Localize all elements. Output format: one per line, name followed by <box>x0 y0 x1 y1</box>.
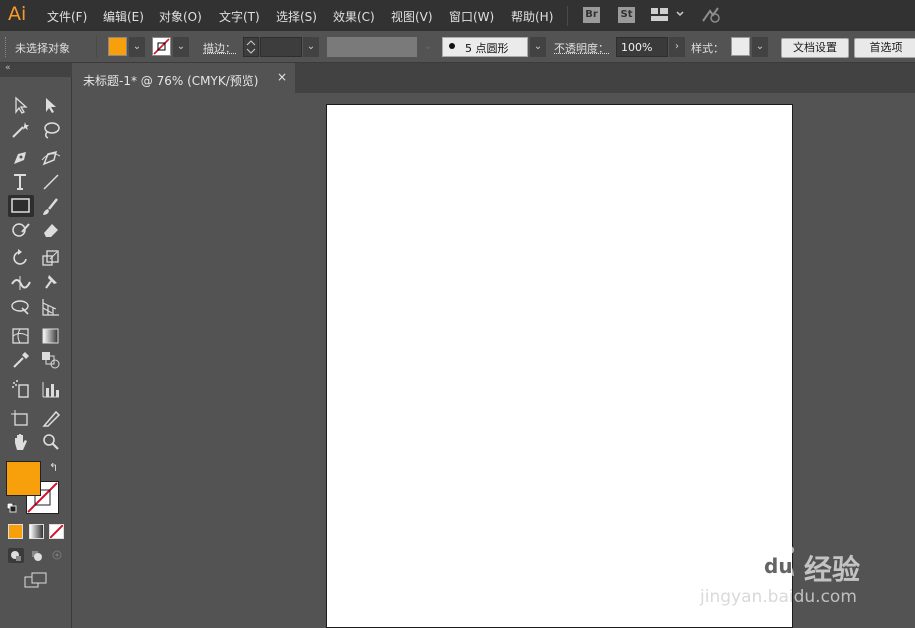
curvature-tool-icon[interactable] <box>40 148 62 168</box>
selection-tool-icon[interactable] <box>10 95 32 115</box>
stroke-weight-dropdown[interactable]: ⌄ <box>303 37 319 57</box>
opacity-flyout[interactable]: › <box>669 37 685 57</box>
control-bar: 未选择对象 ⌄ ⌄ 描边： ⌄ ⌄ 5 点圆形 ⌄ 不透明度： 100% › 样… <box>0 31 915 63</box>
fill-dropdown[interactable]: ⌄ <box>129 37 145 57</box>
watermark-product: 经验 <box>804 553 861 586</box>
type-tool-icon[interactable] <box>10 172 32 192</box>
rotate-tool-icon[interactable] <box>10 248 32 268</box>
free-transform-tool-icon[interactable] <box>10 297 32 317</box>
eyedropper-tool-icon[interactable] <box>10 350 32 370</box>
direct-selection-tool-icon[interactable] <box>40 95 62 115</box>
perspective-grid-tool-icon[interactable] <box>40 297 62 317</box>
menu-help[interactable]: 帮助(H) <box>511 8 553 25</box>
menu-window[interactable]: 窗口(W) <box>449 8 494 25</box>
stroke-dropdown[interactable]: ⌄ <box>173 37 189 57</box>
zoom-tool-icon[interactable] <box>40 432 62 452</box>
stroke-weight-input[interactable] <box>260 37 302 57</box>
document-tab-bar: 未标题-1* @ 76% (CMYK/预览) × <box>73 63 915 93</box>
document-setup-button[interactable]: 文档设置 <box>781 38 849 58</box>
screen-mode-icon[interactable] <box>24 572 48 591</box>
shaper-tool-icon[interactable] <box>10 220 32 240</box>
preferences-button[interactable]: 首选项 <box>854 38 915 58</box>
tools-panel-header[interactable]: « <box>0 63 72 77</box>
draw-inside-icon[interactable] <box>49 548 65 563</box>
column-graph-tool-icon[interactable] <box>40 379 62 399</box>
draw-behind-icon[interactable] <box>29 548 45 563</box>
app-logo: Ai <box>8 3 27 25</box>
artboard-tool-icon[interactable] <box>10 408 32 428</box>
slice-tool-icon[interactable] <box>40 408 62 428</box>
close-tab-icon[interactable]: × <box>277 70 287 84</box>
gradient-mode-button[interactable] <box>29 524 44 539</box>
eraser-tool-icon[interactable] <box>40 220 62 240</box>
variable-width-profile[interactable] <box>327 37 417 57</box>
brush-label: 5 点圆形 <box>465 42 509 55</box>
none-mode-button[interactable] <box>49 524 64 539</box>
rectangle-tool-icon[interactable] <box>8 195 34 217</box>
brush-definition[interactable]: 5 点圆形 <box>442 37 528 57</box>
stroke-label[interactable]: 描边： <box>203 40 236 56</box>
scale-tool-icon[interactable] <box>40 248 62 268</box>
pen-tool-icon[interactable] <box>10 148 32 168</box>
default-colors-icon[interactable] <box>6 502 17 516</box>
line-segment-tool-icon[interactable] <box>40 172 62 192</box>
color-mode-button[interactable] <box>8 524 23 539</box>
menu-file[interactable]: 文件(F) <box>47 8 87 25</box>
graphic-style-swatch[interactable] <box>731 37 750 56</box>
width-tool-icon[interactable] <box>10 272 32 292</box>
menu-object[interactable]: 对象(O) <box>159 8 202 25</box>
swap-fill-stroke-icon[interactable]: ↰ <box>49 461 58 474</box>
workspace-switcher-icon[interactable] <box>651 8 685 25</box>
watermark-brand: Bai <box>700 546 757 584</box>
menu-type[interactable]: 文字(T) <box>219 8 260 25</box>
menu-bar: Ai 文件(F) 编辑(E) 对象(O) 文字(T) 选择(S) 效果(C) 视… <box>0 0 915 31</box>
lasso-tool-icon[interactable] <box>40 120 62 140</box>
fill-swatch[interactable] <box>108 37 127 56</box>
fill-color-box[interactable] <box>6 461 41 496</box>
gradient-tool-icon[interactable] <box>40 326 62 346</box>
brush-dot-icon <box>449 43 455 49</box>
opacity-input[interactable]: 100% <box>616 37 668 57</box>
magic-wand-tool-icon[interactable] <box>10 120 32 140</box>
watermark-brand-du: du <box>764 554 793 578</box>
style-label: 样式： <box>691 42 724 55</box>
profile-dropdown[interactable]: ⌄ <box>420 37 436 57</box>
symbol-sprayer-tool-icon[interactable] <box>10 379 32 399</box>
mesh-tool-icon[interactable] <box>10 326 32 346</box>
style-dropdown[interactable]: ⌄ <box>752 37 768 57</box>
draw-normal-icon[interactable] <box>8 548 24 563</box>
hand-tool-icon[interactable] <box>10 432 32 452</box>
stroke-swatch[interactable] <box>152 37 171 56</box>
menu-view[interactable]: 视图(V) <box>391 8 433 25</box>
grip-handle[interactable] <box>5 37 9 57</box>
gpu-performance-icon[interactable] <box>700 6 722 27</box>
stroke-weight-stepper[interactable] <box>243 37 259 57</box>
opacity-value: 100% <box>621 41 653 54</box>
menu-select[interactable]: 选择(S) <box>276 8 317 25</box>
menu-effect[interactable]: 效果(C) <box>333 8 375 25</box>
document-tab[interactable]: 未标题-1* @ 76% (CMYK/预览) × <box>73 63 295 93</box>
puppet-warp-tool-icon[interactable] <box>40 272 62 292</box>
menu-edit[interactable]: 编辑(E) <box>103 8 144 25</box>
control-divider <box>96 36 97 58</box>
bridge-button[interactable]: Br <box>583 7 600 23</box>
brush-dropdown[interactable]: ⌄ <box>530 37 546 57</box>
stock-button[interactable]: St <box>618 7 635 23</box>
selection-status: 未选择对象 <box>15 42 70 55</box>
document-tab-title: 未标题-1* @ 76% (CMYK/预览) <box>83 74 259 88</box>
watermark-url: jingyan.baidu.com <box>700 587 857 607</box>
menu-divider <box>567 6 568 26</box>
paintbrush-tool-icon[interactable] <box>40 197 62 217</box>
blend-tool-icon[interactable] <box>40 350 62 370</box>
collapse-arrows-icon[interactable]: « <box>5 63 11 73</box>
opacity-label[interactable]: 不透明度： <box>554 40 609 56</box>
